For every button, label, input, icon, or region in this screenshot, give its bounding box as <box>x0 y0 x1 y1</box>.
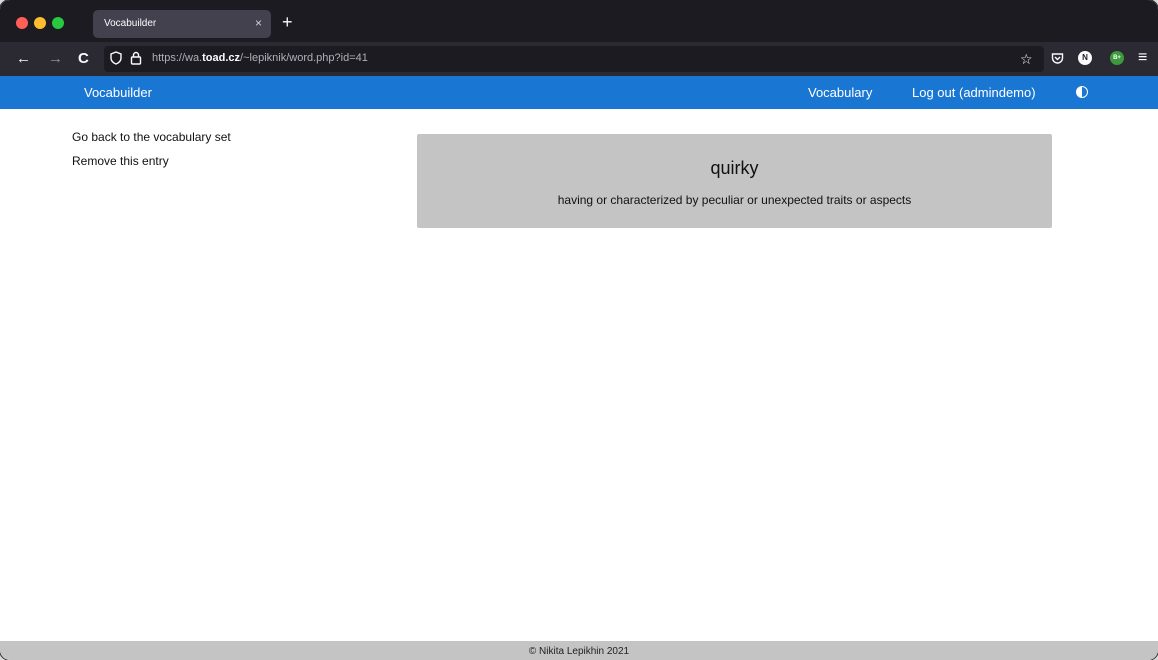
lock-icon[interactable] <box>130 51 142 69</box>
reload-icon[interactable]: C <box>78 50 89 68</box>
url-text[interactable]: https://wa.toad.cz/~lepiknik/word.php?id… <box>152 52 368 64</box>
bookmark-star-icon[interactable]: ☆ <box>1020 50 1033 68</box>
tab-close-icon[interactable]: × <box>255 16 262 30</box>
word-card: quirky having or characterized by peculi… <box>417 134 1052 228</box>
new-tab-button[interactable]: + <box>282 12 293 32</box>
maximize-window-button[interactable] <box>52 17 64 29</box>
word-title: quirky <box>710 158 759 178</box>
back-icon[interactable]: ← <box>16 50 31 68</box>
app-navbar: Vocabuilder Vocabulary Log out (admindem… <box>0 76 1158 109</box>
tab-strip: Vocabuilder × + <box>0 0 1158 42</box>
navigation-toolbar: ← → C https://wa.toad.cz/~lepiknik/word.… <box>0 42 1158 76</box>
theme-toggle-icon[interactable] <box>1076 86 1088 98</box>
pocket-icon[interactable] <box>1051 51 1064 69</box>
url-bar[interactable]: https://wa.toad.cz/~lepiknik/word.php?id… <box>104 46 1044 72</box>
extension-b-icon[interactable]: B+ <box>1110 51 1124 65</box>
tab-title: Vocabuilder <box>104 18 157 29</box>
tab-vocabuilder[interactable]: Vocabuilder × <box>93 10 271 38</box>
url-prefix: https://wa. <box>152 52 203 64</box>
url-domain: toad.cz <box>202 52 241 64</box>
browser-window: Vocabuilder × + ← → C https://wa.toad.cz… <box>0 0 1158 660</box>
menu-icon[interactable]: ≡ <box>1138 49 1147 67</box>
back-to-vocabulary-link[interactable]: Go back to the vocabulary set <box>72 130 231 144</box>
word-definition: having or characterized by peculiar or u… <box>557 193 912 207</box>
remove-entry-link[interactable]: Remove this entry <box>72 154 169 168</box>
vocabulary-link[interactable]: Vocabulary <box>808 85 872 100</box>
brand-link[interactable]: Vocabuilder <box>84 85 152 100</box>
minimize-window-button[interactable] <box>34 17 46 29</box>
page-footer: © Nikita Lepikhin 2021 <box>0 641 1158 660</box>
close-window-button[interactable] <box>16 17 28 29</box>
url-path: /~lepiknik/word.php?id=41 <box>240 52 368 64</box>
shield-icon[interactable] <box>110 51 122 69</box>
logout-link[interactable]: Log out (admindemo) <box>912 85 1036 100</box>
extension-n-icon[interactable]: N <box>1078 51 1092 65</box>
footer-copyright: © Nikita Lepikhin 2021 <box>528 646 630 657</box>
forward-icon[interactable]: → <box>48 50 63 68</box>
